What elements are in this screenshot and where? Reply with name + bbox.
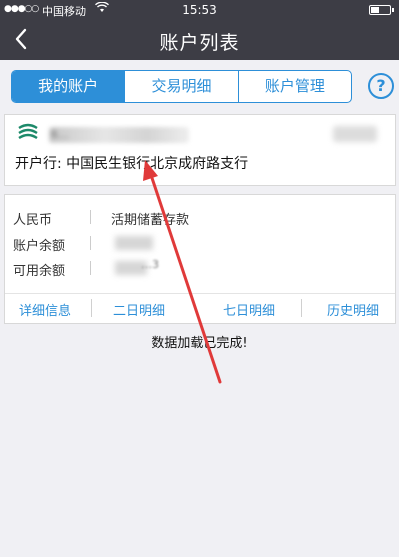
opening-bank: 开户行: 中国民生银行北京成府路支行 — [15, 156, 249, 172]
available-label: 可用余额 — [13, 264, 66, 279]
tab-my-accounts[interactable]: 我的账户 — [12, 71, 125, 102]
row-divider — [90, 236, 91, 250]
row-divider — [90, 210, 91, 224]
history-detail-link[interactable]: 历史明细 — [327, 300, 379, 319]
detail-actions: 详细信息 二日明细 七日明细 历史明细 — [5, 293, 395, 321]
account-type: 活期储蓄存款 — [111, 213, 190, 228]
account-detail-card: 人民币 活期储蓄存款 账户余额 可用余额 …3 详细信息 二日明细 七日明细 历… — [4, 194, 396, 324]
tab-bar-area: 我的账户 交易明细 账户管理 ? — [0, 60, 399, 112]
two-day-detail-link[interactable]: 二日明细 — [113, 300, 165, 319]
balance-value-masked — [115, 236, 153, 250]
segmented-tabs: 我的账户 交易明细 账户管理 — [11, 70, 352, 103]
battery-level — [371, 7, 379, 13]
help-icon[interactable]: ? — [368, 73, 394, 99]
status-bar: ●●●○○ 中国移动 15:53 — [0, 0, 399, 20]
account-card[interactable]: 6… 开户行: 中国民生银行北京成府路支行 — [4, 114, 396, 186]
tab-account-management[interactable]: 账户管理 — [237, 71, 351, 102]
page-title: 账户列表 — [159, 32, 240, 54]
seven-day-detail-link[interactable]: 七日明细 — [223, 300, 275, 319]
top-header: ●●●○○ 中国移动 15:53 账户列表 — [0, 0, 399, 60]
currency-label: 人民币 — [13, 213, 53, 228]
account-number-masked: 6… — [49, 127, 189, 143]
minsheng-bank-logo — [17, 123, 39, 145]
action-divider — [91, 299, 92, 317]
row-divider — [90, 261, 91, 275]
tab-transaction-details[interactable]: 交易明细 — [124, 71, 237, 102]
load-status: 数据加载已完成! — [151, 336, 248, 351]
action-divider — [301, 299, 302, 317]
battery-icon — [369, 5, 394, 15]
account-tag-masked — [333, 126, 377, 142]
clock: 15:53 — [182, 3, 217, 17]
detail-info-link[interactable]: 详细信息 — [19, 300, 71, 319]
available-value-partial: …3 — [141, 258, 159, 271]
balance-label: 账户余额 — [13, 239, 66, 254]
